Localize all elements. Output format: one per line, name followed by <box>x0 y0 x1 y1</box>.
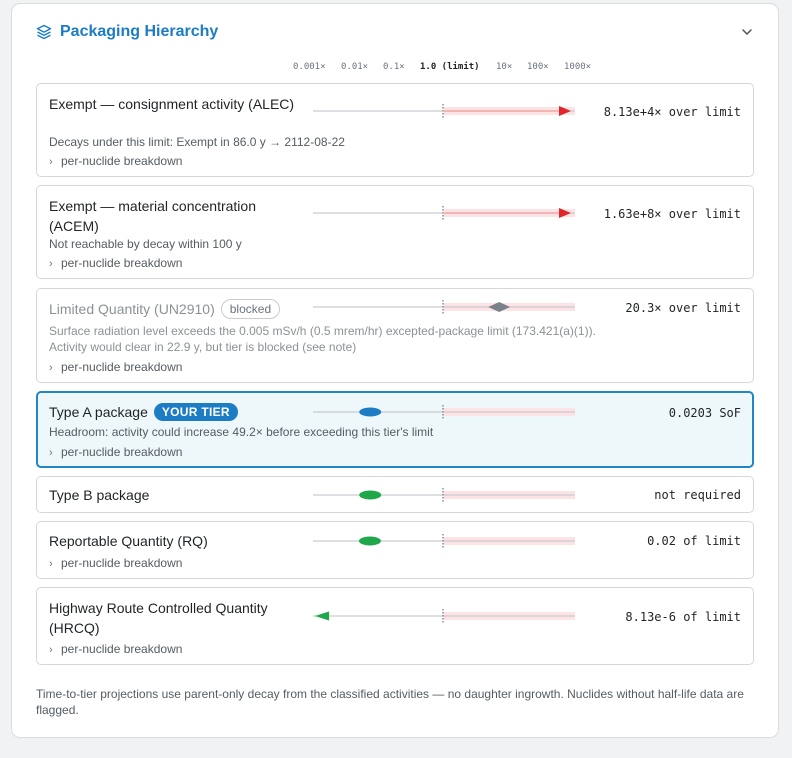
tier-name: Limited Quantity (UN2910) blocked <box>49 299 319 319</box>
chevron-right-icon: › <box>49 362 53 374</box>
breakdown-toggle[interactable]: › per-nuclide breakdown <box>49 445 182 459</box>
tier-result: not required <box>654 488 741 502</box>
tier-note: Headroom: activity could increase 49.2× … <box>49 425 434 439</box>
breakdown-toggle[interactable]: › per-nuclide breakdown <box>49 256 182 270</box>
tier-name: Highway Route Controlled Quantity (HRCQ) <box>49 600 268 636</box>
scale-label: 0.1× <box>383 62 405 72</box>
log-ratio-bar <box>313 534 575 548</box>
tier-result: 8.13e-6 of limit <box>625 610 741 624</box>
log-ratio-bar <box>313 405 575 419</box>
tier-row-rq: Reportable Quantity (RQ) › per-nuclide br… <box>36 521 754 579</box>
log-ratio-bar <box>313 488 575 502</box>
tier-name: Reportable Quantity (RQ) <box>49 533 208 549</box>
chevron-right-icon: › <box>49 156 53 168</box>
tier-name: Type B package <box>49 487 150 503</box>
blocked-badge: blocked <box>220 299 281 319</box>
tier-row-limited-quantity: Limited Quantity (UN2910) blocked Surface… <box>36 288 754 383</box>
log-ratio-bar <box>313 300 575 314</box>
tier-note: Surface radiation level exceeds the 0.00… <box>49 324 596 338</box>
tier-name: Exempt — material concentration (ACEM) <box>49 198 256 234</box>
tier-row-type-a: Type A package YOUR TIER Headroom: activi… <box>36 391 754 468</box>
tier-result: 1.63e+8× over limit <box>603 207 741 221</box>
breakdown-toggle[interactable]: › per-nuclide breakdown <box>49 556 182 570</box>
scale-label: 0.01× <box>341 62 369 72</box>
tier-note: Decays under this limit: Exempt in 86.0 … <box>49 135 345 149</box>
under-range-arrow <box>315 611 329 621</box>
scale-label: 10× <box>496 62 513 72</box>
tier-row-type-b: Type B package not required <box>36 476 754 513</box>
tier-note: Not reachable by decay within 100 y <box>49 237 242 251</box>
scale-label: 0.001× <box>293 62 326 72</box>
log-ratio-bar <box>313 609 575 623</box>
log-ratio-bar <box>313 206 575 220</box>
layers-icon <box>36 24 52 40</box>
tier-note: Activity would clear in 22.9 y, but tier… <box>49 340 357 354</box>
scale-label-limit: 1.0 (limit) <box>420 62 480 72</box>
tier-result: 0.0203 SoF <box>668 406 741 420</box>
ratio-marker <box>359 490 382 500</box>
tier-row-alec: Exempt — consignment activity (ALEC) Dec… <box>36 83 754 177</box>
tier-row-acem: Exempt — material concentration (ACEM) N… <box>36 185 754 279</box>
packaging-hierarchy-panel: Packaging Hierarchy 0.001× 0.01× 0.1× 1.… <box>11 3 779 738</box>
tier-result: 8.13e+4× over limit <box>603 105 741 119</box>
breakdown-toggle[interactable]: › per-nuclide breakdown <box>49 154 182 168</box>
tier-name: Type A package YOUR TIER <box>49 402 319 422</box>
tier-result: 0.02 of limit <box>647 534 741 548</box>
log-ratio-bar <box>313 104 575 118</box>
chevron-right-icon: › <box>49 447 53 459</box>
footnote: Time-to-tier projections use parent-only… <box>36 687 744 717</box>
tier-row-hrcq: Highway Route Controlled Quantity (HRCQ)… <box>36 587 754 665</box>
breakdown-toggle[interactable]: › per-nuclide breakdown <box>49 360 182 374</box>
scale-label: 1000× <box>564 62 592 72</box>
chevron-right-icon: › <box>49 558 53 570</box>
ratio-marker <box>359 407 382 417</box>
ratio-marker <box>358 536 381 546</box>
your-tier-badge: YOUR TIER <box>153 403 238 421</box>
tier-result: 20.3× over limit <box>625 301 741 315</box>
chevron-right-icon: › <box>49 644 53 656</box>
chevron-down-icon[interactable] <box>741 26 753 38</box>
breakdown-toggle[interactable]: › per-nuclide breakdown <box>49 642 182 656</box>
scale-label: 100× <box>527 62 549 72</box>
panel-title: Packaging Hierarchy <box>60 23 219 40</box>
tier-name: Exempt — consignment activity (ALEC) <box>49 96 295 112</box>
chevron-right-icon: › <box>49 258 53 270</box>
